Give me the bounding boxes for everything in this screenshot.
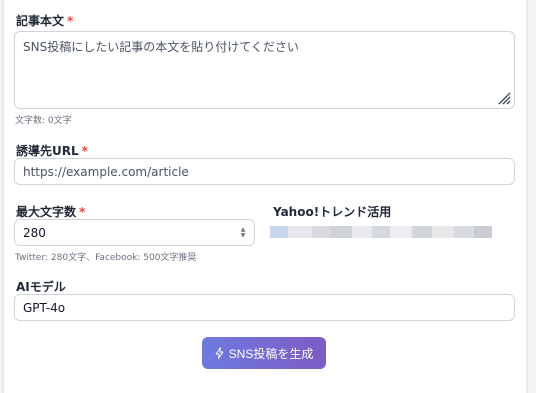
- target-url-label: 誘導先URL *: [16, 144, 88, 158]
- char-count: 文字数: 0文字: [15, 116, 72, 126]
- article-body-placeholder: SNS投稿にしたい記事の本文を貼り付けてください: [23, 40, 299, 54]
- ai-model-label: AIモデル: [16, 280, 66, 294]
- ai-model-value: GPT-4o: [23, 300, 66, 315]
- resize-grip-icon[interactable]: [497, 91, 511, 105]
- required-mark: *: [79, 205, 86, 219]
- yahoo-trend-blurred-content: [270, 226, 492, 238]
- required-mark: *: [81, 144, 88, 158]
- yahoo-trend-label: Yahoo!トレンド活用: [273, 205, 392, 219]
- max-chars-label: 最大文字数 *: [16, 205, 86, 219]
- number-stepper[interactable]: ▲ ▼: [238, 227, 248, 239]
- max-chars-input[interactable]: 280 ▲ ▼: [14, 219, 255, 246]
- article-body-label: 記事本文 *: [16, 14, 74, 28]
- ai-model-select[interactable]: GPT-4o: [14, 294, 515, 321]
- generate-sns-post-button[interactable]: SNS投稿を生成: [202, 337, 326, 369]
- max-chars-value: 280: [23, 225, 46, 240]
- required-mark: *: [67, 14, 74, 28]
- stepper-down-icon[interactable]: ▼: [241, 233, 246, 239]
- max-chars-hint: Twitter: 280文字、Facebook: 500文字推奨: [15, 253, 197, 263]
- generate-button-label: SNS投稿を生成: [228, 346, 314, 361]
- target-url-input[interactable]: https://example.com/article: [14, 158, 515, 185]
- article-body-textarea[interactable]: SNS投稿にしたい記事の本文を貼り付けてください: [14, 31, 515, 109]
- target-url-placeholder: https://example.com/article: [23, 164, 189, 179]
- lightning-icon: [215, 347, 224, 359]
